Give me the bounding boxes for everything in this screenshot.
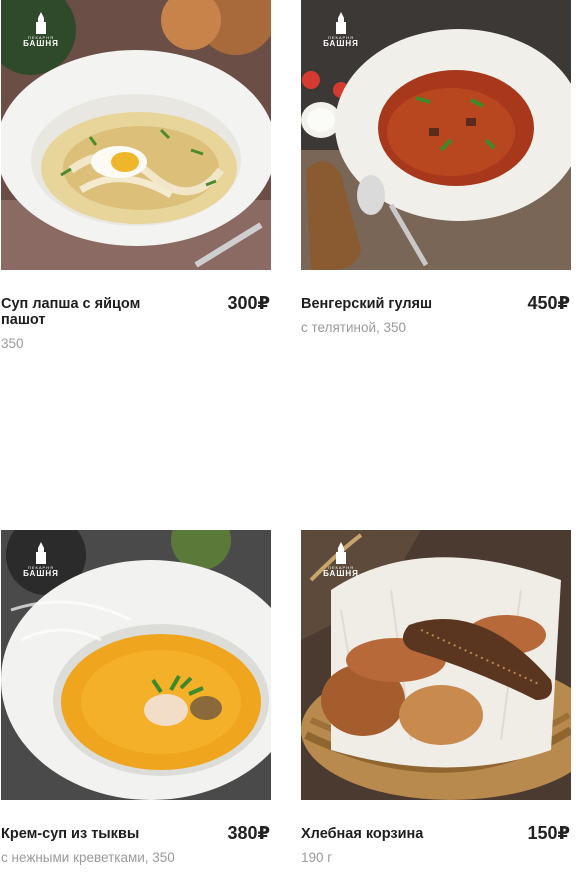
product-photo[interactable]: ПЕКАРНЯ БАШНЯ [301,530,571,800]
product-title[interactable]: Крем-суп из тыквы [1,826,186,842]
product-price: 380₽ [227,823,270,843]
product-price: 150₽ [527,823,570,843]
product-description: 350 [1,336,24,351]
product-photo[interactable]: ПЕКАРНЯ БАШНЯ [301,0,571,270]
product-title[interactable]: Венгерский гуляш [301,296,486,312]
product-title[interactable]: Хлебная корзина [301,826,486,842]
brand-logo: ПЕКАРНЯ БАШНЯ [319,12,363,48]
tower-icon [36,12,46,34]
product-photo[interactable]: ПЕКАРНЯ БАШНЯ [1,0,271,270]
brand-name: БАШНЯ [323,39,359,48]
brand-logo: ПЕКАРНЯ БАШНЯ [319,542,363,578]
product-price: 300₽ [227,293,270,313]
tower-icon [336,542,346,564]
brand-logo: ПЕКАРНЯ БАШНЯ [19,542,63,578]
product-card-pumpkin-soup[interactable]: ПЕКАРНЯ БАШНЯ Крем-суп из тыквы 380₽ с н… [1,530,271,886]
product-description: с нежными креветками, 350 [1,850,175,865]
product-title[interactable]: Суп лапша с яйцом пашот [1,296,186,328]
tower-icon [36,542,46,564]
product-photo[interactable]: ПЕКАРНЯ БАШНЯ [1,530,271,800]
product-card-goulash[interactable]: ПЕКАРНЯ БАШНЯ Венгерский гуляш 450₽ с те… [301,0,571,356]
product-description: с телятиной, 350 [301,320,407,335]
brand-name: БАШНЯ [23,39,59,48]
product-card-noodle-soup[interactable]: ПЕКАРНЯ БАШНЯ Суп лапша с яйцом пашот 30… [1,0,271,356]
tower-icon [336,12,346,34]
brand-name: БАШНЯ [323,569,359,578]
product-description: 190 г [301,850,333,865]
product-price: 450₽ [527,293,570,313]
brand-name: БАШНЯ [23,569,59,578]
product-card-bread-basket[interactable]: ПЕКАРНЯ БАШНЯ Хлебная корзина 150₽ 190 г [301,530,571,886]
brand-logo: ПЕКАРНЯ БАШНЯ [19,12,63,48]
